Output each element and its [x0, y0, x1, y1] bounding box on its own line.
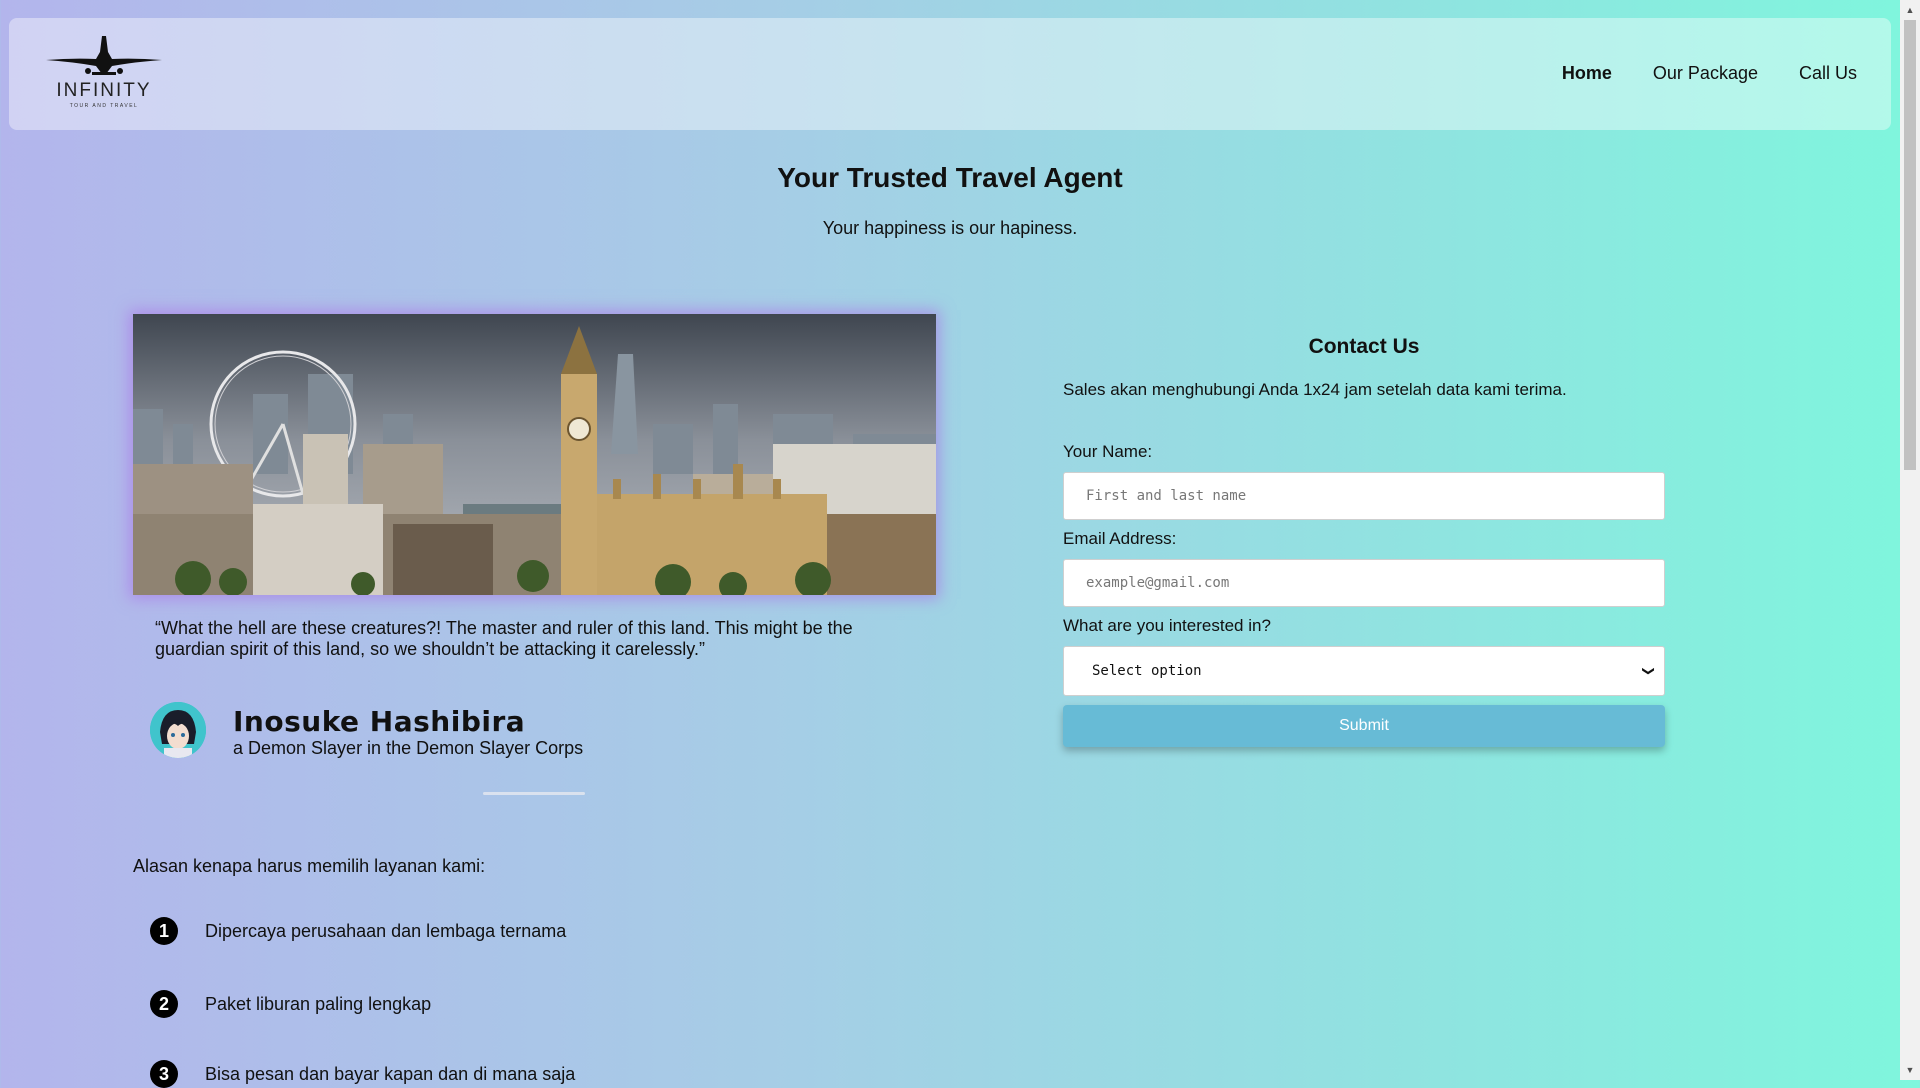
scroll-thumb[interactable] [1904, 20, 1916, 470]
reasons-title: Alasan kenapa harus memilih layanan kami… [133, 856, 486, 876]
number-2-icon: 2 [150, 990, 178, 1018]
hero-subtitle: Your happiness is our hapiness. [822, 218, 1078, 238]
navbar: INFINITY TOUR AND TRAVEL Home Our Packag… [9, 18, 1891, 130]
chevron-down-icon: ❯ [1641, 665, 1656, 677]
logo[interactable]: INFINITY TOUR AND TRAVEL [39, 32, 169, 122]
interest-selected-value: Select option [1092, 663, 1202, 679]
reason-text: Bisa pesan dan bayar kapan dan di mana s… [205, 1063, 576, 1084]
london-skyline-image [133, 314, 936, 595]
nav-home[interactable]: Home [1562, 63, 1612, 84]
interest-label: What are you interested in? [1063, 616, 1271, 635]
reason-text: Dipercaya perusahaan dan lembaga ternama [205, 920, 567, 941]
section-divider [483, 792, 585, 795]
number-3-icon: 3 [150, 1060, 178, 1088]
contact-description: Sales akan menghubungi Anda 1x24 jam set… [1063, 380, 1567, 399]
interest-select[interactable]: Select option ❯ [1063, 646, 1665, 696]
contact-title: Contact Us [1308, 335, 1420, 358]
main-nav: Home Our Package Call Us [1521, 63, 1857, 84]
nav-our-package[interactable]: Our Package [1653, 63, 1758, 84]
reason-text: Paket liburan paling lengkap [205, 993, 432, 1014]
airplane-icon [46, 36, 162, 75]
scrollbar[interactable]: ▲ ▼ [1900, 0, 1920, 1080]
scroll-up-icon[interactable]: ▲ [1900, 2, 1920, 18]
testimonial-quote: “What the hell are these creatures?! The… [155, 618, 853, 659]
reason-item: 3 Bisa pesan dan bayar kapan dan di mana… [150, 1060, 575, 1088]
name-label: Your Name: [1063, 442, 1153, 461]
author-name: Inosuke Hashibira [233, 705, 526, 738]
submit-button[interactable]: Submit [1063, 705, 1665, 747]
name-field[interactable]: First and last name [1063, 472, 1665, 520]
brand-tagline: TOUR AND TRAVEL [69, 103, 139, 109]
reason-item: 2 Paket liburan paling lengkap [150, 990, 431, 1018]
hero-title: Your Trusted Travel Agent [777, 162, 1123, 193]
email-field[interactable]: example@gmail.com [1063, 559, 1665, 607]
number-1-icon: 1 [150, 917, 178, 945]
email-label: Email Address: [1063, 529, 1177, 548]
reason-item: 1 Dipercaya perusahaan dan lembaga terna… [150, 917, 566, 945]
brand-name: INFINITY [56, 80, 152, 101]
avatar [150, 702, 206, 758]
author-role: a Demon Slayer in the Demon Slayer Corps [233, 738, 584, 758]
page: INFINITY TOUR AND TRAVEL Home Our Packag… [0, 0, 1900, 1088]
scroll-down-icon[interactable]: ▼ [1900, 1062, 1920, 1078]
nav-call-us[interactable]: Call Us [1799, 63, 1857, 84]
